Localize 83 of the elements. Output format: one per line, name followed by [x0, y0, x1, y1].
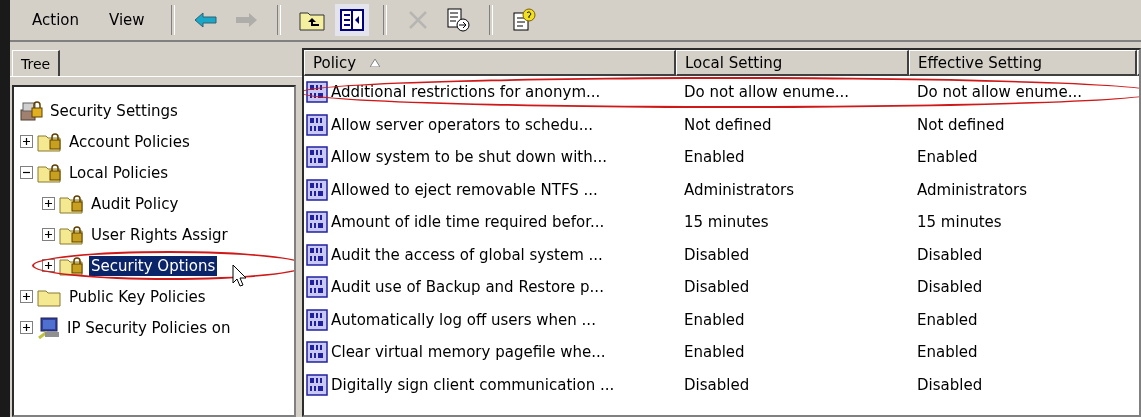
tree-item[interactable]: Local Policies — [67, 162, 171, 183]
locked-folder-icon — [59, 193, 85, 214]
locked-folder-icon — [37, 131, 63, 152]
plus-icon — [44, 261, 53, 270]
plus-icon — [22, 292, 31, 301]
policy-name: Allowed to eject removable NTFS ... — [331, 180, 598, 199]
menu-item[interactable]: View — [97, 9, 157, 31]
plus-icon — [44, 199, 53, 208]
computer-icon — [37, 316, 61, 339]
policy-icon — [306, 113, 328, 136]
expand-toggle[interactable] — [42, 259, 55, 272]
table-cell-text: Not defined — [916, 115, 1006, 134]
policy-name: Clear virtual memory pagefile whe... — [331, 343, 606, 362]
policy-icon — [306, 81, 328, 104]
table-cell-text: Administrators — [683, 180, 796, 199]
tree-tab[interactable]: Tree — [12, 50, 61, 76]
security-settings-icon — [20, 99, 44, 122]
table-cell-text: Enabled — [683, 343, 746, 362]
policy-icon — [306, 373, 328, 396]
cursor-icon — [232, 264, 248, 288]
table-cell-text: Do not allow enume... — [683, 83, 850, 102]
table-cell-text: Disabled — [916, 375, 984, 394]
tree-item[interactable]: Public Key Policies — [67, 286, 208, 307]
expand-toggle[interactable] — [42, 228, 55, 241]
show-tree-icon — [339, 9, 364, 31]
expand-toggle[interactable] — [42, 197, 55, 210]
tree-item[interactable]: Security Settings — [48, 100, 180, 121]
policy-icon — [306, 178, 328, 201]
policy-name: Amount of idle time required befor... — [331, 213, 605, 232]
table-cell-text: 15 minutes — [916, 213, 1003, 232]
policy-icon — [306, 308, 328, 331]
tree-item[interactable]: User Rights Assigr — [89, 224, 230, 245]
table-cell-text: Enabled — [916, 343, 979, 362]
table-cell-text: Enabled — [916, 148, 979, 167]
table-cell-text: Administrators — [916, 180, 1029, 199]
locked-folder-icon — [37, 162, 63, 183]
table-cell-text: Disabled — [683, 375, 751, 394]
table-cell-text: Enabled — [683, 310, 746, 329]
table-cell-text: Not defined — [683, 115, 773, 134]
expand-toggle[interactable] — [20, 135, 33, 148]
table-cell-text: Disabled — [916, 278, 984, 297]
policy-name: Audit the access of global system ... — [331, 245, 603, 264]
column-header[interactable]: Policy — [304, 50, 676, 76]
table-cell-text: Enabled — [916, 310, 979, 329]
policy-name: Digitally sign client communication ... — [331, 375, 615, 394]
expand-toggle[interactable] — [20, 166, 33, 179]
policy-name: Allow system to be shut down with... — [331, 148, 607, 167]
policy-name: Audit use of Backup and Restore p... — [331, 278, 604, 297]
table-cell-text: Disabled — [683, 278, 751, 297]
policy-icon — [306, 211, 328, 234]
tree-item[interactable]: IP Security Policies on — [65, 317, 233, 338]
tree-item[interactable]: Audit Policy — [89, 193, 181, 214]
toolbar-button[interactable] — [334, 4, 369, 36]
table-cell-text: Disabled — [683, 245, 751, 264]
table-cell-text: 15 minutes — [683, 213, 770, 232]
export-list-icon — [445, 8, 470, 32]
plus-icon — [22, 323, 31, 332]
expand-toggle[interactable] — [20, 321, 33, 334]
policy-icon — [306, 146, 328, 169]
forward-arrow-icon — [233, 12, 258, 28]
help-icon — [511, 8, 536, 32]
policy-icon — [306, 341, 328, 364]
table-cell-text: Disabled — [916, 245, 984, 264]
policy-name: Automatically log off users when ... — [331, 310, 596, 329]
menu-item[interactable]: Action — [20, 9, 91, 31]
tree-item[interactable]: Account Policies — [67, 131, 192, 152]
column-header[interactable]: Effective Setting — [909, 50, 1137, 76]
locked-folder-icon — [59, 224, 85, 245]
locked-folder-icon — [59, 255, 85, 276]
expand-toggle[interactable] — [20, 290, 33, 303]
delete-icon — [407, 10, 428, 30]
policy-icon — [306, 243, 328, 266]
up-folder-icon — [298, 9, 325, 31]
column-header[interactable]: Local Setting — [676, 50, 909, 76]
plus-icon — [22, 137, 31, 146]
policy-name: Allow server operators to schedu... — [331, 115, 594, 134]
policy-icon — [306, 276, 328, 299]
plus-icon — [44, 230, 53, 239]
tree-item[interactable]: Security Options — [89, 255, 218, 276]
table-cell-text: Do not allow enume... — [916, 83, 1083, 102]
table-cell-text: Enabled — [683, 148, 746, 167]
policy-name: Additional restrictions for anonym... — [331, 83, 601, 102]
back-arrow-icon — [193, 12, 218, 28]
